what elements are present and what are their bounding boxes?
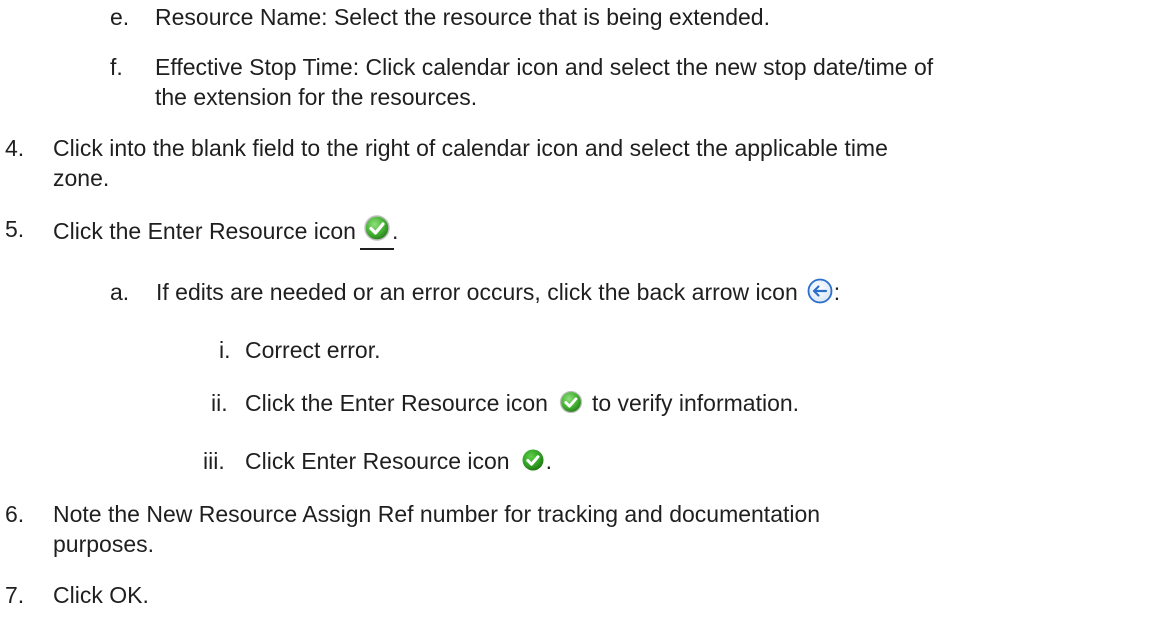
item-marker: 5.: [5, 216, 25, 242]
item-text-main: Click the Enter Resource icon: [53, 218, 356, 244]
icon-underline: [359, 248, 394, 250]
item-text: Click Enter Resource icon .: [245, 446, 552, 476]
item-text-line2: zone.: [53, 165, 110, 191]
item-marker: a.: [110, 279, 130, 305]
item-marker: i.: [219, 337, 231, 363]
list-item-step-7: 7. Click OK.: [5, 580, 149, 610]
item-text-main: If edits are needed or an error occurs, …: [156, 279, 798, 305]
list-item-a: a. If edits are needed or an error occur…: [110, 277, 840, 307]
item-text-line2: the extension for the resources.: [155, 84, 478, 110]
item-text-after: to verify information.: [591, 390, 800, 416]
item-marker: 7.: [5, 582, 25, 608]
item-text-line1: Click into the blank field to the right …: [53, 135, 888, 161]
item-marker: ii.: [211, 390, 228, 416]
list-item-f: f. Effective Stop Time: Click calendar i…: [110, 52, 933, 112]
item-text: Click the Enter Resource icon to verify …: [245, 388, 799, 418]
item-text-after: .: [545, 448, 552, 474]
item-text-after: :: [833, 279, 841, 305]
list-item-step-5: 5. Click the Enter Resource icon .: [5, 214, 399, 250]
list-item-ii: ii. Click the Enter Resource icon to ver…: [211, 388, 799, 418]
item-text: If edits are needed or an error occurs, …: [156, 277, 840, 307]
item-text: Click into the blank field to the right …: [53, 133, 888, 193]
item-text: Correct error.: [245, 337, 381, 363]
enter-resource-icon: [520, 448, 546, 474]
item-marker: iii.: [203, 448, 225, 474]
list-item-step-4: 4. Click into the blank field to the rig…: [5, 133, 888, 193]
item-text-main: Click the Enter Resource icon: [245, 390, 548, 416]
item-marker: 6.: [5, 501, 25, 527]
list-item-step-6: 6. Note the New Resource Assign Ref numb…: [5, 499, 820, 559]
item-text-after: .: [391, 218, 399, 244]
enter-resource-icon: [558, 390, 584, 416]
item-marker: f.: [110, 54, 123, 80]
item-text: Note the New Resource Assign Ref number …: [53, 499, 820, 559]
item-text-main: Click Enter Resource icon: [245, 448, 510, 474]
item-marker: 4.: [5, 135, 25, 161]
item-text-line1: Effective Stop Time: Click calendar icon…: [155, 54, 934, 80]
list-item-i: i. Correct error.: [219, 335, 380, 365]
item-text: Click the Enter Resource icon .: [53, 214, 399, 250]
item-text: Click OK.: [53, 582, 149, 608]
enter-resource-icon: [359, 214, 394, 250]
back-arrow-icon: [806, 277, 834, 305]
list-item-e: e. Resource Name: Select the resource th…: [110, 2, 770, 32]
item-marker: e.: [110, 4, 130, 30]
item-text-line2: purposes.: [53, 531, 155, 557]
item-text: Effective Stop Time: Click calendar icon…: [155, 52, 933, 112]
item-text-line1: Note the New Resource Assign Ref number …: [53, 501, 821, 527]
list-item-iii: iii. Click Enter Resource icon .: [203, 446, 552, 476]
item-text: Resource Name: Select the resource that …: [155, 4, 770, 30]
